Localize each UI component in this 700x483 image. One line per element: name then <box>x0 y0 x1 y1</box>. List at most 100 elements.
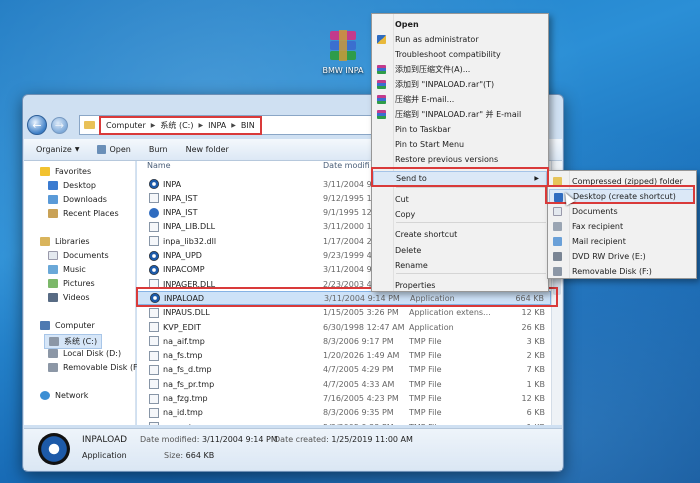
nav-recent-places[interactable]: Recent Places <box>48 209 119 218</box>
menu-item-properties[interactable]: Properties <box>373 278 547 293</box>
nav-videos[interactable]: Videos <box>48 293 90 302</box>
send-to-dvd-rw-drive-e[interactable]: DVD RW Drive (E:) <box>549 249 695 264</box>
winrar-icon <box>377 110 386 119</box>
nav-label: Recent Places <box>63 209 119 218</box>
nav-libraries[interactable]: Libraries <box>40 237 90 246</box>
nav-desktop[interactable]: Desktop <box>48 181 96 190</box>
chevron-right-icon[interactable]: ▶ <box>198 122 203 129</box>
zip-folder-icon <box>553 177 562 186</box>
table-row[interactable]: INPAUS.DLL 1/15/2005 3:26 PM Application e… <box>137 306 551 320</box>
file-icon <box>149 379 159 390</box>
pictures-icon <box>48 279 58 288</box>
menu-item-inpaload-rar-e-mail[interactable]: 压缩到 "INPALOAD.rar" 并 E-mail <box>373 107 547 122</box>
column-header-date[interactable]: Date modifi <box>323 161 370 175</box>
dvd-drive-icon <box>553 252 562 261</box>
menu-item-pin-to-taskbar[interactable]: Pin to Taskbar <box>373 122 547 137</box>
table-row[interactable]: na_fs.tmp 1/20/2026 1:49 AM TMP File 2 KB <box>137 349 551 363</box>
nav-network[interactable]: Network <box>40 391 88 400</box>
forward-button[interactable]: → <box>51 116 68 134</box>
column-header-name[interactable]: Name <box>147 161 171 175</box>
nav-drive-f[interactable]: Removable Disk (F:) <box>48 363 143 372</box>
file-icon <box>149 422 159 425</box>
menu-item-copy[interactable]: Copy <box>373 207 547 222</box>
chevron-right-icon[interactable]: ▶ <box>231 122 236 129</box>
hard-drive-icon <box>49 337 59 346</box>
file-date: 3/11/2004 9: <box>323 179 375 189</box>
breadcrumb-drive-c[interactable]: 系统 (C:) <box>160 120 193 131</box>
file-date: 8/3/2006 9:17 PM <box>323 336 394 346</box>
menu-item-delete[interactable]: Delete <box>373 243 547 258</box>
file-name: na_ps.tmp <box>163 423 205 425</box>
file-date: 1/17/2004 2 <box>323 236 372 246</box>
file-name: INPA_UPD <box>163 251 202 260</box>
bmw-logo-icon <box>38 433 70 465</box>
nav-drive-c[interactable]: 系统 (C:) <box>44 334 103 349</box>
file-type: Application <box>410 293 455 303</box>
breadcrumb-computer[interactable]: Computer <box>106 121 146 130</box>
nav-downloads[interactable]: Downloads <box>48 195 107 204</box>
table-row[interactable]: na_fs_pr.tmp 4/7/2005 4:33 AM TMP File 1 KB <box>137 377 551 391</box>
file-name: INPA_LIB.DLL <box>163 222 216 232</box>
open-button[interactable]: Open <box>97 145 131 154</box>
details-date-created: Date created: 1/25/2019 11:00 AM <box>274 435 413 444</box>
nav-documents[interactable]: Documents <box>48 251 109 260</box>
chevron-right-icon[interactable]: ▶ <box>151 122 156 129</box>
menu-item-open[interactable]: Open <box>373 17 547 32</box>
documents-icon <box>553 207 562 216</box>
file-type: TMP File <box>409 423 442 425</box>
nav-drive-d[interactable]: Local Disk (D:) <box>48 349 121 358</box>
send-to-fax-recipient[interactable]: Fax recipient <box>549 219 695 234</box>
menu-separator <box>396 222 546 223</box>
menu-item-rename[interactable]: Rename <box>373 258 547 273</box>
menu-item-send-to[interactable]: Send to ▶ <box>373 171 547 186</box>
date-modified-value: 3/11/2004 9:14 PM <box>201 435 278 444</box>
nav-pictures[interactable]: Pictures <box>48 279 95 288</box>
menu-item-label: Run as administrator <box>395 35 479 44</box>
menu-item-label: Troubleshoot compatibility <box>395 50 501 59</box>
table-row[interactable]: na_aif.tmp 8/3/2006 9:17 PM TMP File 3 KB <box>137 334 551 348</box>
menu-item-run-as-administrator[interactable]: Run as administrator <box>373 32 547 47</box>
table-row[interactable]: na_ps.tmp 5/3/2005 9:22 PM TMP File 1 KB <box>137 420 551 425</box>
menu-item-inpaload-rar-t[interactable]: 添加到 "INPALOAD.rar"(T) <box>373 77 547 92</box>
details-size: Size: 664 KB <box>164 451 214 460</box>
table-row-selected[interactable]: INPALOAD 3/11/2004 9:14 PM Application 664 … <box>137 291 551 306</box>
menu-item-pin-to-start-menu[interactable]: Pin to Start Menu <box>373 137 547 152</box>
new-folder-button[interactable]: New folder <box>186 145 229 154</box>
table-row[interactable]: na_fs_d.tmp 4/7/2005 4:29 PM TMP File 7 KB <box>137 363 551 377</box>
chevron-down-icon: ▼ <box>74 146 80 153</box>
send-to-documents[interactable]: Documents <box>549 204 695 219</box>
desktop-icon-bmw-inpa[interactable]: BMW INPA <box>318 30 368 75</box>
table-row[interactable]: na_fzg.tmp 7/16/2005 4:23 PM TMP File 12 KB <box>137 392 551 406</box>
menu-item-cut[interactable]: Cut <box>373 192 547 207</box>
menu-item-a[interactable]: 添加到压缩文件(A)... <box>373 62 547 77</box>
table-row[interactable]: na_id.tmp 8/3/2006 9:35 PM TMP File 6 KB <box>137 406 551 420</box>
menu-item-label: Mail recipient <box>572 237 626 246</box>
send-to-compressed-zipped-folder[interactable]: Compressed (zipped) folder <box>549 174 695 189</box>
downloads-icon <box>48 195 58 204</box>
menu-item-restore-previous-versions[interactable]: Restore previous versions <box>373 152 547 167</box>
file-name: INPAGER.DLL <box>163 279 216 289</box>
back-button[interactable]: ← <box>27 115 47 135</box>
table-row[interactable]: KVP_EDIT 6/30/1998 12:47 AM Application 26 … <box>137 320 551 334</box>
menu-item-label: Fax recipient <box>572 222 624 231</box>
burn-button[interactable]: Burn <box>149 145 168 154</box>
nav-label: Local Disk (D:) <box>63 349 122 358</box>
nav-favorites[interactable]: Favorites <box>40 167 91 176</box>
breadcrumb-bin[interactable]: BIN <box>241 121 255 130</box>
chevron-right-icon: ▶ <box>534 175 539 182</box>
menu-item-create-shortcut[interactable]: Create shortcut <box>373 227 547 242</box>
send-to-mail-recipient[interactable]: Mail recipient <box>549 234 695 249</box>
file-size: 6 KB <box>526 408 545 418</box>
organize-button[interactable]: Organize ▼ <box>36 145 79 154</box>
breadcrumb-inpa[interactable]: INPA <box>208 121 226 130</box>
file-name: KVP_EDIT <box>163 322 202 332</box>
menu-item-label: DVD RW Drive (E:) <box>572 252 646 261</box>
nav-music[interactable]: Music <box>48 265 86 274</box>
file-name: INPA <box>163 179 182 189</box>
menu-item-troubleshoot-compatibility[interactable]: Troubleshoot compatibility <box>373 47 547 62</box>
menu-item-e-mail[interactable]: 压缩并 E-mail... <box>373 92 547 107</box>
nav-computer[interactable]: Computer <box>40 321 95 330</box>
send-to-removable-disk-f[interactable]: Removable Disk (F:) <box>549 264 695 279</box>
file-date: 3/11/2000 12 <box>323 222 377 232</box>
documents-icon <box>48 251 58 260</box>
